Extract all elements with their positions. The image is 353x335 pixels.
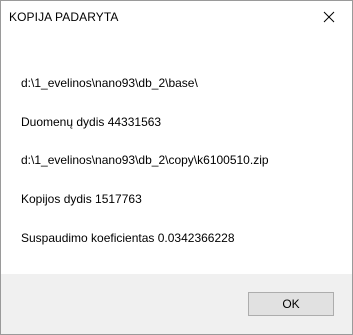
title-bar[interactable]: KOPIJA PADARYTA: [1, 1, 352, 32]
message-area: d:\1_evelinos\nano93\db_2\base\ Duomenų …: [1, 32, 352, 274]
dialog-window: KOPIJA PADARYTA d:\1_evelinos\nano93\db_…: [0, 0, 353, 335]
window-title: KOPIJA PADARYTA: [9, 10, 119, 24]
close-button[interactable]: [306, 1, 352, 32]
source-path-text: d:\1_evelinos\nano93\db_2\base\: [21, 76, 198, 90]
close-icon: [323, 11, 335, 22]
copy-size-text: Kopijos dydis 1517763: [21, 192, 142, 206]
compression-ratio-text: Suspaudimo koeficientas 0.0342366228: [21, 231, 235, 245]
copy-path-text: d:\1_evelinos\nano93\db_2\copy\k6100510.…: [21, 153, 269, 167]
button-bar: OK: [1, 274, 352, 334]
ok-button[interactable]: OK: [248, 292, 334, 316]
data-size-text: Duomenų dydis 44331563: [21, 115, 162, 129]
